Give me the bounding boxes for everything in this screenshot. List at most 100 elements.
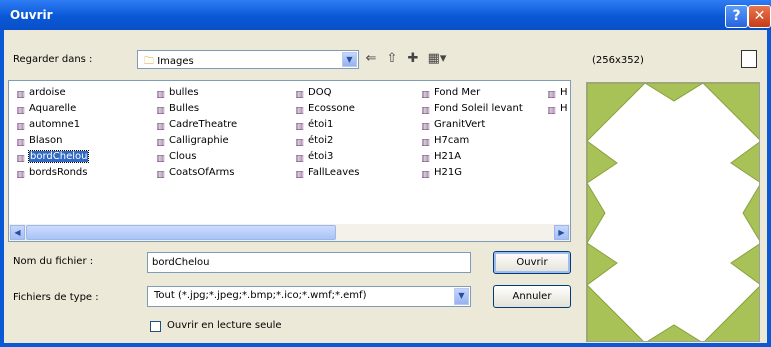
file-item[interactable]: ▥ Fond Soleil levant (420, 101, 523, 116)
file-item[interactable]: ▥ H (546, 101, 568, 116)
image-file-icon: ▥ (295, 138, 304, 148)
file-item[interactable]: ▥ bulles (155, 85, 199, 100)
file-name: H21G (434, 167, 462, 178)
file-name: Fond Soleil levant (434, 103, 523, 114)
open-button[interactable]: Ouvrir (493, 251, 571, 274)
image-file-icon: ▥ (421, 138, 430, 148)
cancel-button[interactable]: Annuler (493, 285, 571, 308)
file-item[interactable]: ▥ CoatsOfArms (155, 165, 234, 180)
open-dialog-window: Ouvrir ? ✕ Regarder dans : 🗀 Images ▼ ⇐ … (0, 0, 771, 347)
file-item[interactable]: ▥ Ecossone (294, 101, 355, 116)
readonly-checkbox[interactable] (150, 321, 161, 332)
file-name: automne1 (29, 119, 81, 130)
scrollbar-thumb[interactable] (26, 225, 336, 240)
file-name: étoi1 (308, 119, 334, 130)
file-name: FallLeaves (308, 167, 360, 178)
file-item[interactable]: ▥ H7cam (420, 133, 469, 148)
file-item[interactable]: ▥ FallLeaves (294, 165, 359, 180)
help-button[interactable]: ? (725, 5, 748, 28)
file-name: étoi2 (308, 135, 334, 146)
dialog-body: Regarder dans : 🗀 Images ▼ ⇐ ⇧ ✚ ▦▾ (256… (4, 30, 767, 343)
file-item[interactable]: ▥ automne1 (15, 117, 80, 132)
file-item[interactable]: ▥ étoi2 (294, 133, 333, 148)
file-list[interactable]: ▥ ardoise ▥ Aquarelle ▥ automne1 ▥ Blason ▥ bordC… (8, 80, 571, 242)
image-file-icon: ▥ (16, 122, 25, 132)
filetype-label: Fichiers de type : (13, 292, 99, 303)
file-item[interactable]: ▥ bordsRonds (15, 165, 87, 180)
image-file-icon: ▥ (295, 90, 304, 100)
chevron-down-icon[interactable]: ▼ (342, 52, 357, 67)
file-item[interactable]: ▥ Fond Mer (420, 85, 480, 100)
new-folder-icon[interactable]: ✚ (403, 49, 423, 69)
file-item[interactable]: ▥ H21A (420, 149, 461, 164)
filetype-combo[interactable]: Tout (*.jpg;*.jpeg;*.bmp;*.ico;*.wmf;*.e… (147, 286, 471, 307)
scroll-right-icon[interactable]: ▶ (554, 225, 569, 240)
chevron-down-icon[interactable]: ▼ (454, 288, 469, 305)
file-item[interactable]: ▥ étoi3 (294, 149, 333, 164)
file-name: H (560, 103, 568, 114)
file-name: H21A (434, 151, 462, 162)
image-file-icon: ▥ (156, 138, 165, 148)
scroll-left-icon[interactable]: ◀ (10, 225, 25, 240)
file-item[interactable]: ▥ CadreTheatre (155, 117, 237, 132)
file-item[interactable]: ▥ H (546, 85, 567, 100)
image-file-icon: ▥ (16, 138, 25, 148)
title-bar[interactable]: Ouvrir ? ✕ (0, 0, 771, 30)
file-item[interactable]: ▥ Bulles (155, 101, 199, 116)
file-name: Calligraphie (169, 135, 229, 146)
image-file-icon: ▥ (547, 106, 556, 116)
filename-label: Nom du fichier : (13, 256, 94, 267)
preview-dimensions: (256x352) (592, 55, 644, 66)
file-item[interactable]: ▥ Calligraphie (155, 133, 229, 148)
image-file-icon: ▥ (295, 106, 304, 116)
horizontal-scrollbar[interactable]: ◀ ▶ (9, 224, 570, 241)
filename-input[interactable]: bordChelou (147, 252, 471, 273)
file-item[interactable]: ▥ DOQ (294, 85, 331, 100)
file-name: Bulles (169, 103, 200, 114)
file-name: Ecossone (308, 103, 355, 114)
look-in-value: 🗀 Images (144, 56, 194, 67)
folder-icon: 🗀 (144, 56, 154, 67)
file-item[interactable]: ▥ ardoise (15, 85, 65, 100)
file-item[interactable]: ▥ bordChelou (15, 149, 90, 164)
image-file-icon: ▥ (156, 90, 165, 100)
file-name: H7cam (434, 135, 470, 146)
close-button[interactable]: ✕ (748, 5, 771, 28)
image-file-icon: ▥ (421, 106, 430, 116)
image-file-icon: ▥ (295, 154, 304, 164)
preview-image (587, 83, 759, 341)
image-file-icon: ▥ (156, 106, 165, 116)
file-name: Fond Mer (434, 87, 481, 98)
image-file-icon: ▥ (295, 122, 304, 132)
image-file-icon: ▥ (156, 170, 165, 180)
file-name: Blason (29, 135, 63, 146)
file-item[interactable]: ▥ H21G (420, 165, 462, 180)
image-file-icon: ▥ (295, 170, 304, 180)
file-name: GranitVert (434, 119, 486, 130)
preview-toggle-icon[interactable] (741, 50, 757, 68)
views-menu-icon[interactable]: ▦▾ (424, 49, 450, 69)
image-file-icon: ▥ (16, 170, 25, 180)
file-item[interactable]: ▥ Clous (155, 149, 196, 164)
file-item[interactable]: ▥ GranitVert (420, 117, 485, 132)
file-item[interactable]: ▥ Aquarelle (15, 101, 76, 116)
file-name: Clous (169, 151, 197, 162)
look-in-combo[interactable]: 🗀 Images ▼ (137, 50, 359, 69)
file-name: bordChelou (27, 150, 90, 163)
readonly-label: Ouvrir en lecture seule (167, 320, 282, 331)
window-title: Ouvrir (10, 8, 53, 22)
file-item[interactable]: ▥ étoi1 (294, 117, 333, 132)
image-file-icon: ▥ (16, 106, 25, 116)
file-name: bordsRonds (29, 167, 88, 178)
file-name: Aquarelle (29, 103, 77, 114)
file-item[interactable]: ▥ Blason (15, 133, 62, 148)
file-name: bulles (169, 87, 199, 98)
up-folder-icon[interactable]: ⇧ (382, 49, 402, 69)
image-preview (586, 82, 760, 342)
image-file-icon: ▥ (421, 154, 430, 164)
look-in-label: Regarder dans : (13, 54, 93, 65)
file-name: DOQ (308, 87, 332, 98)
back-icon[interactable]: ⇐ (361, 49, 381, 69)
image-file-icon: ▥ (156, 122, 165, 132)
image-file-icon: ▥ (16, 90, 25, 100)
